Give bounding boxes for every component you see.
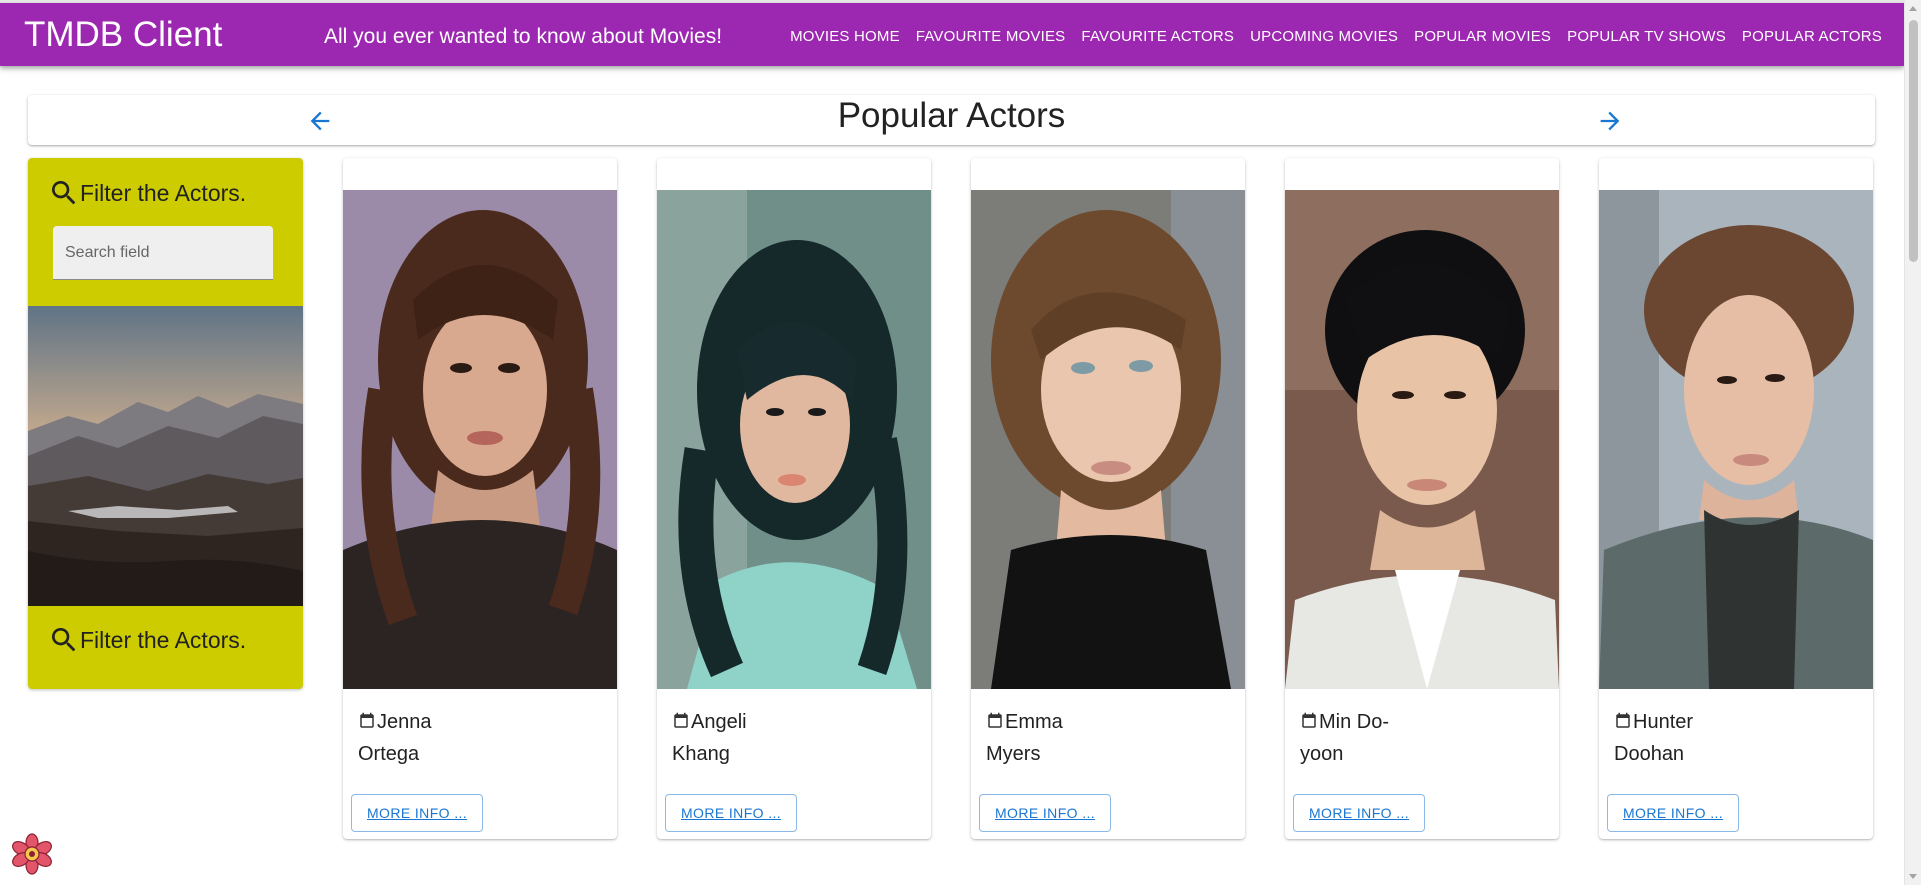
actor-card: Min Do- yoon MORE INFO ... <box>1285 158 1559 839</box>
pager-header: Popular Actors <box>28 95 1875 145</box>
actor-card: Angeli Khang MORE INFO ... <box>657 158 931 839</box>
actor-name: Jenna Ortega <box>358 706 548 770</box>
calendar-icon <box>674 712 688 728</box>
nav-upcoming-movies[interactable]: UPCOMING MOVIES <box>1242 27 1406 47</box>
actor-name: Emma Myers <box>986 706 1176 770</box>
actor-first-name: Min Do- <box>1319 711 1390 733</box>
filter-footer: Filter the Actors. <box>48 624 246 656</box>
calendar-icon <box>1616 712 1630 728</box>
main-nav: MOVIES HOME FAVOURITE MOVIES FAVOURITE A… <box>782 27 1890 47</box>
more-info-button[interactable]: MORE INFO ... <box>1293 794 1426 832</box>
actor-last-name: Myers <box>986 743 1041 765</box>
nav-popular-tv-shows[interactable]: POPULAR TV SHOWS <box>1559 27 1734 47</box>
actor-name: Min Do- yoon <box>1300 706 1490 770</box>
actor-first-name: Emma <box>1005 711 1063 733</box>
more-info-button[interactable]: MORE INFO ... <box>1607 794 1740 832</box>
search-input[interactable] <box>53 226 273 280</box>
nav-movies-home[interactable]: MOVIES HOME <box>782 27 908 47</box>
more-info-button[interactable]: MORE INFO ... <box>979 794 1112 832</box>
actor-photo <box>657 190 931 689</box>
search-icon <box>52 628 76 652</box>
scroll-down-icon[interactable] <box>1909 874 1917 879</box>
filter-footer-text: Filter the Actors. <box>80 626 247 653</box>
scroll-up-icon[interactable] <box>1909 6 1917 11</box>
actor-photo <box>343 190 617 689</box>
actor-photo <box>1285 190 1559 689</box>
calendar-icon <box>360 712 374 728</box>
actor-photo <box>1599 190 1873 689</box>
actor-last-name: Doohan <box>1614 743 1685 765</box>
nav-favourite-movies[interactable]: FAVOURITE MOVIES <box>908 27 1074 47</box>
actor-card: Jenna Ortega MORE INFO ... <box>343 158 617 839</box>
actor-card: Emma Myers MORE INFO ... <box>971 158 1245 839</box>
scrollbar-thumb[interactable] <box>1909 20 1918 262</box>
more-info-button[interactable]: MORE INFO ... <box>351 794 484 832</box>
nav-favourite-actors[interactable]: FAVOURITE ACTORS <box>1073 27 1242 47</box>
nav-popular-movies[interactable]: POPULAR MOVIES <box>1406 27 1559 47</box>
app-tagline: All you ever wanted to know about Movies… <box>324 25 723 48</box>
filter-heading-text: Filter the Actors. <box>80 179 247 206</box>
actor-first-name: Jenna <box>377 711 432 733</box>
actor-name: Angeli Khang <box>672 706 862 770</box>
actor-last-name: Ortega <box>358 743 420 765</box>
more-info-button[interactable]: MORE INFO ... <box>665 794 798 832</box>
search-icon <box>52 181 76 205</box>
calendar-icon <box>1302 712 1316 728</box>
filter-landscape-image <box>28 306 303 606</box>
actor-first-name: Hunter <box>1633 711 1694 733</box>
nav-popular-actors[interactable]: POPULAR ACTORS <box>1734 27 1890 47</box>
react-devtools-icon[interactable] <box>11 833 53 875</box>
actor-name: Hunter Doohan <box>1614 706 1804 770</box>
page-scrollbar[interactable] <box>1904 0 1921 885</box>
actor-photo <box>971 190 1245 689</box>
arrow-back-icon[interactable] <box>306 107 334 135</box>
app-brand[interactable]: TMDB Client <box>24 15 222 55</box>
actor-card: Hunter Doohan MORE INFO ... <box>1599 158 1873 839</box>
actor-last-name: Khang <box>672 743 730 765</box>
actor-first-name: Angeli <box>691 711 747 733</box>
arrow-forward-icon[interactable] <box>1596 107 1624 135</box>
calendar-icon <box>988 712 1002 728</box>
actor-last-name: yoon <box>1300 743 1344 765</box>
app-bar: TMDB Client All you ever wanted to know … <box>0 3 1904 66</box>
filter-panel: Filter the Actors. Filter the Actors. <box>28 158 303 689</box>
filter-heading: Filter the Actors. <box>48 177 246 209</box>
